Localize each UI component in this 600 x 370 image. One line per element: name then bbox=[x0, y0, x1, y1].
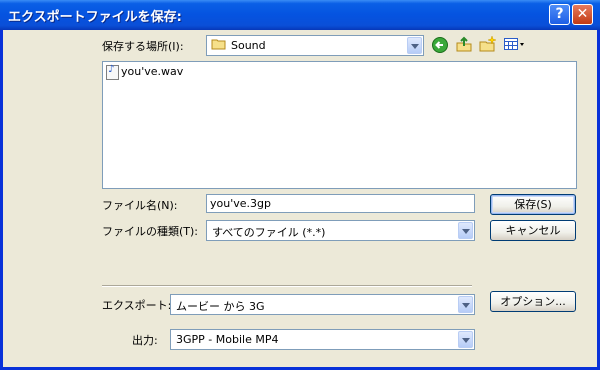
filename-value: you've.3gp bbox=[210, 197, 271, 210]
title-bar[interactable]: エクスポートファイルを保存: ? ✕ bbox=[0, 0, 600, 30]
help-button[interactable]: ? bbox=[549, 4, 570, 25]
chevron-down-icon[interactable] bbox=[458, 331, 473, 348]
view-menu-icon[interactable] bbox=[503, 35, 525, 53]
help-icon: ? bbox=[555, 6, 564, 22]
chevron-down-icon[interactable] bbox=[458, 296, 473, 313]
savein-label: 保存する場所(I): bbox=[102, 40, 184, 53]
close-button[interactable]: ✕ bbox=[572, 4, 593, 25]
cancel-button[interactable]: キャンセル bbox=[490, 220, 576, 241]
filetype-label: ファイルの種類(T): bbox=[102, 225, 199, 238]
filetype-value: すべてのファイル (*.*) bbox=[212, 226, 326, 239]
chevron-down-icon[interactable] bbox=[407, 37, 422, 54]
output-label: 出力: bbox=[132, 334, 158, 347]
up-folder-icon[interactable] bbox=[455, 35, 473, 53]
output-value: 3GPP - Mobile MP4 bbox=[176, 333, 279, 346]
filename-label: ファイル名(N): bbox=[102, 199, 178, 212]
new-folder-icon[interactable] bbox=[479, 35, 497, 53]
separator bbox=[102, 285, 472, 287]
close-icon: ✕ bbox=[576, 6, 589, 22]
save-export-dialog: エクスポートファイルを保存: ? ✕ 保存する場所(I): Sound ♪you… bbox=[0, 0, 600, 370]
export-combo[interactable]: ムービー から 3G bbox=[170, 294, 475, 315]
back-icon[interactable] bbox=[431, 36, 449, 54]
output-combo[interactable]: 3GPP - Mobile MP4 bbox=[170, 329, 475, 350]
audio-file-icon bbox=[106, 64, 119, 80]
window-title: エクスポートファイルを保存: bbox=[8, 10, 182, 25]
savein-value: Sound bbox=[231, 39, 266, 52]
folder-icon bbox=[211, 37, 227, 51]
file-name: you've.wav bbox=[121, 65, 184, 78]
chevron-down-icon[interactable] bbox=[458, 222, 473, 239]
list-item[interactable]: you've.wav bbox=[106, 64, 184, 80]
file-list[interactable]: you've.wav bbox=[102, 61, 577, 189]
export-label: エクスポート: bbox=[102, 299, 172, 312]
options-button[interactable]: オプション... bbox=[490, 291, 576, 312]
save-button[interactable]: 保存(S) bbox=[490, 194, 576, 215]
dialog-body: 保存する場所(I): Sound you've.wav ファイル名(N): bbox=[3, 30, 597, 367]
filename-field[interactable]: you've.3gp bbox=[206, 194, 475, 213]
savein-combo[interactable]: Sound bbox=[206, 35, 424, 56]
filetype-combo[interactable]: すべてのファイル (*.*) bbox=[206, 220, 475, 241]
export-value: ムービー から 3G bbox=[176, 300, 265, 313]
